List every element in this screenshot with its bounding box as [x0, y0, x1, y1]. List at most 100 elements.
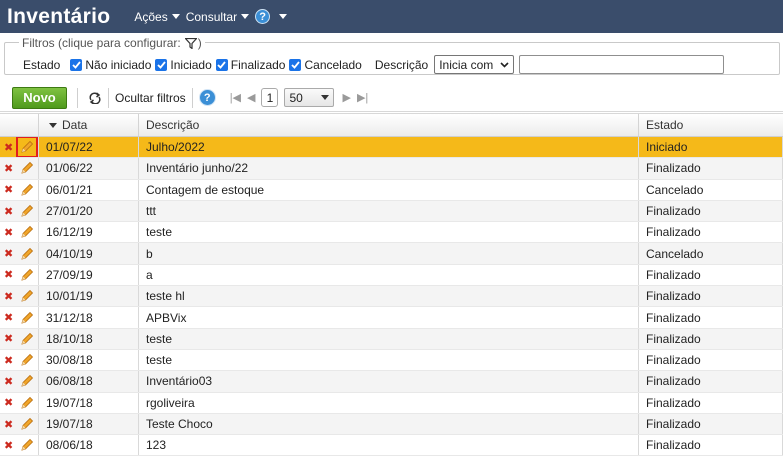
- table-row[interactable]: ✖ 16/12/19 teste Finalizado: [0, 222, 783, 244]
- last-page-icon[interactable]: ▶|: [357, 91, 368, 104]
- table-row[interactable]: ✖ 30/08/18 teste Finalizado: [0, 349, 783, 372]
- cell-date: 19/07/18: [39, 413, 139, 435]
- table-row[interactable]: ✖ 01/07/22 Julho/2022 Iniciado: [0, 137, 783, 159]
- cell-description: Contagem de estoque: [139, 179, 639, 200]
- edit-pencil-icon[interactable]: [19, 160, 35, 176]
- edit-pencil-icon[interactable]: [19, 331, 35, 347]
- delete-icon[interactable]: ✖: [4, 268, 14, 281]
- help-menu[interactable]: ?: [255, 9, 288, 24]
- page-size-select[interactable]: 50: [284, 88, 335, 107]
- delete-icon[interactable]: ✖: [4, 311, 14, 324]
- table-row[interactable]: ✖ 19/07/18 rgoliveira Finalizado: [0, 392, 783, 414]
- descricao-input[interactable]: [519, 55, 725, 74]
- table-row[interactable]: ✖ 27/01/20 ttt Finalizado: [0, 200, 783, 223]
- checkbox-finalizado[interactable]: [215, 58, 228, 71]
- edit-pencil-icon[interactable]: [19, 203, 35, 219]
- row-actions: ✖: [0, 286, 39, 307]
- edit-pencil-icon[interactable]: [19, 416, 35, 432]
- row-actions: ✖: [0, 158, 39, 179]
- edit-pencil-icon[interactable]: [19, 182, 35, 198]
- delete-icon[interactable]: ✖: [4, 183, 14, 196]
- delete-icon[interactable]: ✖: [4, 290, 14, 303]
- delete-icon[interactable]: ✖: [4, 354, 14, 367]
- cell-state: Finalizado: [639, 328, 783, 349]
- table-row[interactable]: ✖ 18/10/18 teste Finalizado: [0, 328, 783, 350]
- new-button[interactable]: Novo: [12, 86, 67, 109]
- cell-description: teste: [139, 349, 639, 371]
- filters-legend-label: Filtros (clique para configurar:: [22, 36, 181, 50]
- next-page-icon[interactable]: ▶: [342, 91, 350, 104]
- cell-description: b: [139, 243, 639, 264]
- cell-date: 30/08/18: [39, 349, 139, 371]
- menu-acoes[interactable]: Ações: [134, 10, 180, 24]
- chevron-down-icon: [279, 14, 288, 19]
- checkbox-cancelado[interactable]: [289, 58, 302, 71]
- estado-label: Estado: [23, 57, 61, 72]
- help-icon[interactable]: ?: [198, 89, 216, 106]
- table-row[interactable]: ✖ 08/06/18 123 Finalizado: [0, 435, 783, 457]
- edit-pencil-icon[interactable]: [16, 137, 38, 158]
- delete-icon[interactable]: ✖: [4, 332, 14, 345]
- delete-icon[interactable]: ✖: [4, 418, 14, 431]
- chevron-down-icon: [241, 14, 250, 19]
- descricao-label: Descrição: [374, 57, 429, 72]
- edit-pencil-icon[interactable]: [19, 224, 35, 240]
- filters-legend[interactable]: Filtros (clique para configurar: ): [19, 36, 205, 50]
- prev-page-icon[interactable]: ◀: [247, 91, 255, 104]
- delete-icon[interactable]: ✖: [4, 162, 14, 175]
- table-row[interactable]: ✖ 06/01/21 Contagem de estoque Cancelado: [0, 179, 783, 201]
- grid-body: ✖ 01/07/22 Julho/2022 Iniciado ✖ 01/06/22 Inve…: [0, 137, 783, 457]
- delete-icon[interactable]: ✖: [4, 375, 14, 388]
- column-header-date[interactable]: Data: [39, 114, 139, 136]
- descricao-mode-select[interactable]: Inicia com: [434, 55, 515, 74]
- delete-icon[interactable]: ✖: [4, 396, 14, 409]
- hide-filters-button[interactable]: Ocultar filtros: [115, 91, 186, 105]
- table-row[interactable]: ✖ 10/01/19 teste hl Finalizado: [0, 286, 783, 308]
- delete-icon[interactable]: ✖: [4, 205, 14, 218]
- inventory-grid: Data Descrição Estado ✖ 01/07/22 Julho/202…: [0, 113, 783, 457]
- row-actions: ✖: [0, 435, 39, 456]
- edit-pencil-icon[interactable]: [19, 352, 35, 368]
- cell-description: APBVix: [139, 307, 639, 328]
- row-actions: ✖: [0, 264, 39, 286]
- delete-icon[interactable]: ✖: [4, 226, 14, 239]
- top-menu: Ações Consultar ?: [134, 9, 293, 24]
- cell-state: Finalizado: [639, 200, 783, 222]
- edit-pencil-icon[interactable]: [19, 395, 35, 411]
- edit-pencil-icon[interactable]: [19, 288, 35, 304]
- cell-description: Inventário junho/22: [139, 158, 639, 179]
- column-header-description[interactable]: Descrição: [139, 114, 639, 136]
- column-header-state[interactable]: Estado: [639, 114, 783, 136]
- cell-date: 19/07/18: [39, 392, 139, 413]
- delete-icon[interactable]: ✖: [4, 141, 14, 154]
- edit-pencil-icon[interactable]: [19, 310, 35, 326]
- edit-pencil-icon[interactable]: [19, 437, 35, 453]
- page-number-input[interactable]: 1: [261, 88, 279, 107]
- table-row[interactable]: ✖ 27/09/19 a Finalizado: [0, 264, 783, 287]
- row-actions: ✖: [0, 200, 39, 222]
- table-row[interactable]: ✖ 04/10/19 b Cancelado: [0, 243, 783, 265]
- table-row[interactable]: ✖ 01/06/22 Inventário junho/22 Finalizado: [0, 158, 783, 180]
- checkbox-iniciado-label: Iniciado: [170, 57, 212, 72]
- cell-date: 27/09/19: [39, 264, 139, 286]
- cell-state: Finalizado: [639, 371, 783, 392]
- checkbox-iniciado[interactable]: [155, 58, 168, 71]
- page-title: Inventário: [7, 4, 111, 28]
- refresh-icon[interactable]: [88, 91, 102, 104]
- edit-pencil-icon[interactable]: [19, 246, 35, 262]
- checkbox-nao-iniciado-label: Não iniciado: [85, 57, 152, 72]
- page-size-value: 50: [289, 90, 303, 105]
- edit-pencil-icon[interactable]: [19, 373, 35, 389]
- edit-pencil-icon[interactable]: [19, 267, 35, 283]
- table-row[interactable]: ✖ 19/07/18 Teste Choco Finalizado: [0, 413, 783, 436]
- table-row[interactable]: ✖ 06/08/18 Inventário03 Finalizado: [0, 371, 783, 393]
- delete-icon[interactable]: ✖: [4, 247, 14, 260]
- menu-consultar[interactable]: Consultar: [186, 10, 250, 24]
- cell-date: 10/01/19: [39, 286, 139, 307]
- checkbox-nao-iniciado[interactable]: [70, 58, 83, 71]
- table-row[interactable]: ✖ 31/12/18 APBVix Finalizado: [0, 307, 783, 329]
- funnel-icon[interactable]: [184, 37, 197, 49]
- first-page-icon[interactable]: |◀: [230, 91, 241, 104]
- delete-icon[interactable]: ✖: [4, 439, 14, 452]
- row-actions: ✖: [0, 392, 39, 413]
